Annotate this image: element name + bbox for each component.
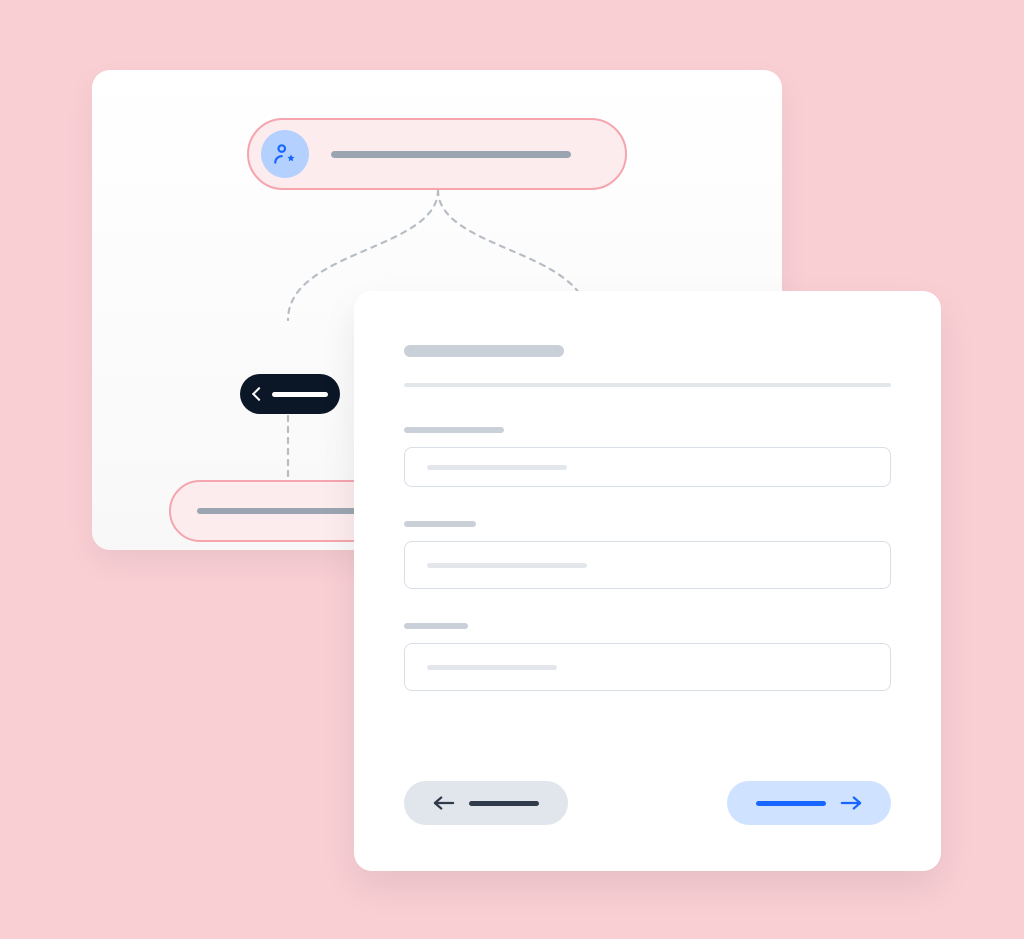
- form-title: [404, 345, 564, 357]
- text-input[interactable]: [404, 541, 891, 589]
- form-field-2: [404, 521, 891, 589]
- form-card: [354, 291, 941, 871]
- arrow-right-icon: [840, 795, 862, 811]
- text-input[interactable]: [404, 643, 891, 691]
- form-nav: [404, 745, 891, 831]
- field-label: [404, 521, 476, 527]
- form-field-1: [404, 427, 891, 487]
- form-subtitle: [404, 383, 891, 387]
- input-placeholder: [427, 665, 557, 670]
- trigger-node[interactable]: [247, 118, 627, 190]
- input-placeholder: [427, 465, 567, 470]
- prev-label: [469, 801, 539, 806]
- prev-button[interactable]: [404, 781, 568, 825]
- next-label: [756, 801, 826, 806]
- control-node[interactable]: [240, 374, 340, 414]
- field-label: [404, 623, 468, 629]
- input-placeholder: [427, 563, 587, 568]
- user-star-icon: [272, 141, 298, 167]
- text-input[interactable]: [404, 447, 891, 487]
- chevron-left-icon: [252, 386, 266, 400]
- control-label: [272, 392, 328, 397]
- trigger-label: [331, 151, 571, 158]
- trigger-icon-circle: [261, 130, 309, 178]
- next-button[interactable]: [727, 781, 891, 825]
- arrow-left-icon: [433, 795, 455, 811]
- form-field-3: [404, 623, 891, 691]
- field-label: [404, 427, 504, 433]
